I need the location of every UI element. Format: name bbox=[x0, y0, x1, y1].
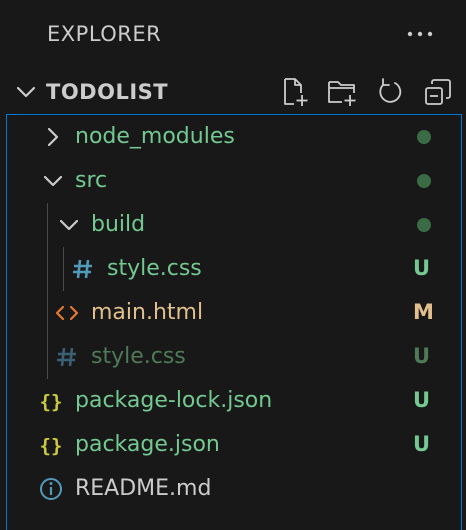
new-file-icon[interactable] bbox=[276, 74, 312, 110]
explorer-title: EXPLORER bbox=[47, 22, 162, 46]
tree-item-package-lock-json[interactable]: {} package-lock.json U bbox=[7, 379, 463, 423]
tree-item-label: node_modules bbox=[75, 124, 235, 149]
file-tree: node_modules src build style.css U main.… bbox=[6, 114, 462, 530]
tree-item-build-style-css[interactable]: style.css U bbox=[7, 247, 463, 291]
collapse-all-icon[interactable] bbox=[420, 74, 456, 110]
new-folder-icon[interactable] bbox=[324, 74, 360, 110]
svg-text:{}: {} bbox=[40, 391, 63, 413]
tree-item-label: src bbox=[75, 168, 108, 193]
json-file-icon: {} bbox=[37, 431, 65, 459]
info-icon bbox=[37, 475, 65, 503]
section-actions bbox=[276, 74, 456, 110]
tree-item-label: style.css bbox=[107, 256, 202, 281]
tree-item-readme-md[interactable]: README.md bbox=[7, 467, 463, 511]
tree-item-label: README.md bbox=[75, 476, 212, 501]
git-status-dot bbox=[417, 218, 431, 232]
tree-item-src-style-css[interactable]: style.css U bbox=[7, 335, 463, 379]
refresh-icon[interactable] bbox=[372, 74, 408, 110]
chevron-down-icon bbox=[39, 167, 67, 195]
tree-item-node-modules[interactable]: node_modules bbox=[7, 115, 463, 159]
explorer-header: EXPLORER bbox=[0, 0, 466, 70]
tree-item-build[interactable]: build bbox=[7, 203, 463, 247]
html-file-icon bbox=[53, 299, 81, 327]
git-status-badge: U bbox=[413, 344, 431, 368]
chevron-down-icon bbox=[55, 211, 83, 239]
tree-item-label: style.css bbox=[91, 344, 186, 369]
json-file-icon: {} bbox=[37, 387, 65, 415]
svg-text:{}: {} bbox=[40, 435, 63, 457]
git-status-badge: U bbox=[413, 388, 431, 412]
git-status-badge: M bbox=[413, 300, 434, 324]
workspace-section-header[interactable]: TODOLIST bbox=[0, 70, 466, 114]
git-status-dot bbox=[417, 130, 431, 144]
chevron-down-icon bbox=[12, 78, 40, 106]
git-status-badge: U bbox=[413, 432, 431, 456]
tree-item-src[interactable]: src bbox=[7, 159, 463, 203]
ellipsis-icon[interactable] bbox=[402, 16, 438, 52]
workspace-title: TODOLIST bbox=[46, 80, 169, 104]
css-file-icon bbox=[53, 343, 81, 371]
tree-item-package-json[interactable]: {} package.json U bbox=[7, 423, 463, 467]
tree-item-main-html[interactable]: main.html M bbox=[7, 291, 463, 335]
css-file-icon bbox=[69, 255, 97, 283]
chevron-right-icon bbox=[39, 123, 67, 151]
git-status-badge: U bbox=[413, 256, 431, 280]
git-status-dot bbox=[417, 174, 431, 188]
tree-item-label: main.html bbox=[91, 300, 204, 325]
explorer-panel: EXPLORER TODOLIST node_modules src build… bbox=[0, 0, 466, 530]
tree-item-label: build bbox=[91, 212, 146, 237]
tree-item-label: package.json bbox=[75, 432, 220, 457]
tree-item-label: package-lock.json bbox=[75, 388, 273, 413]
